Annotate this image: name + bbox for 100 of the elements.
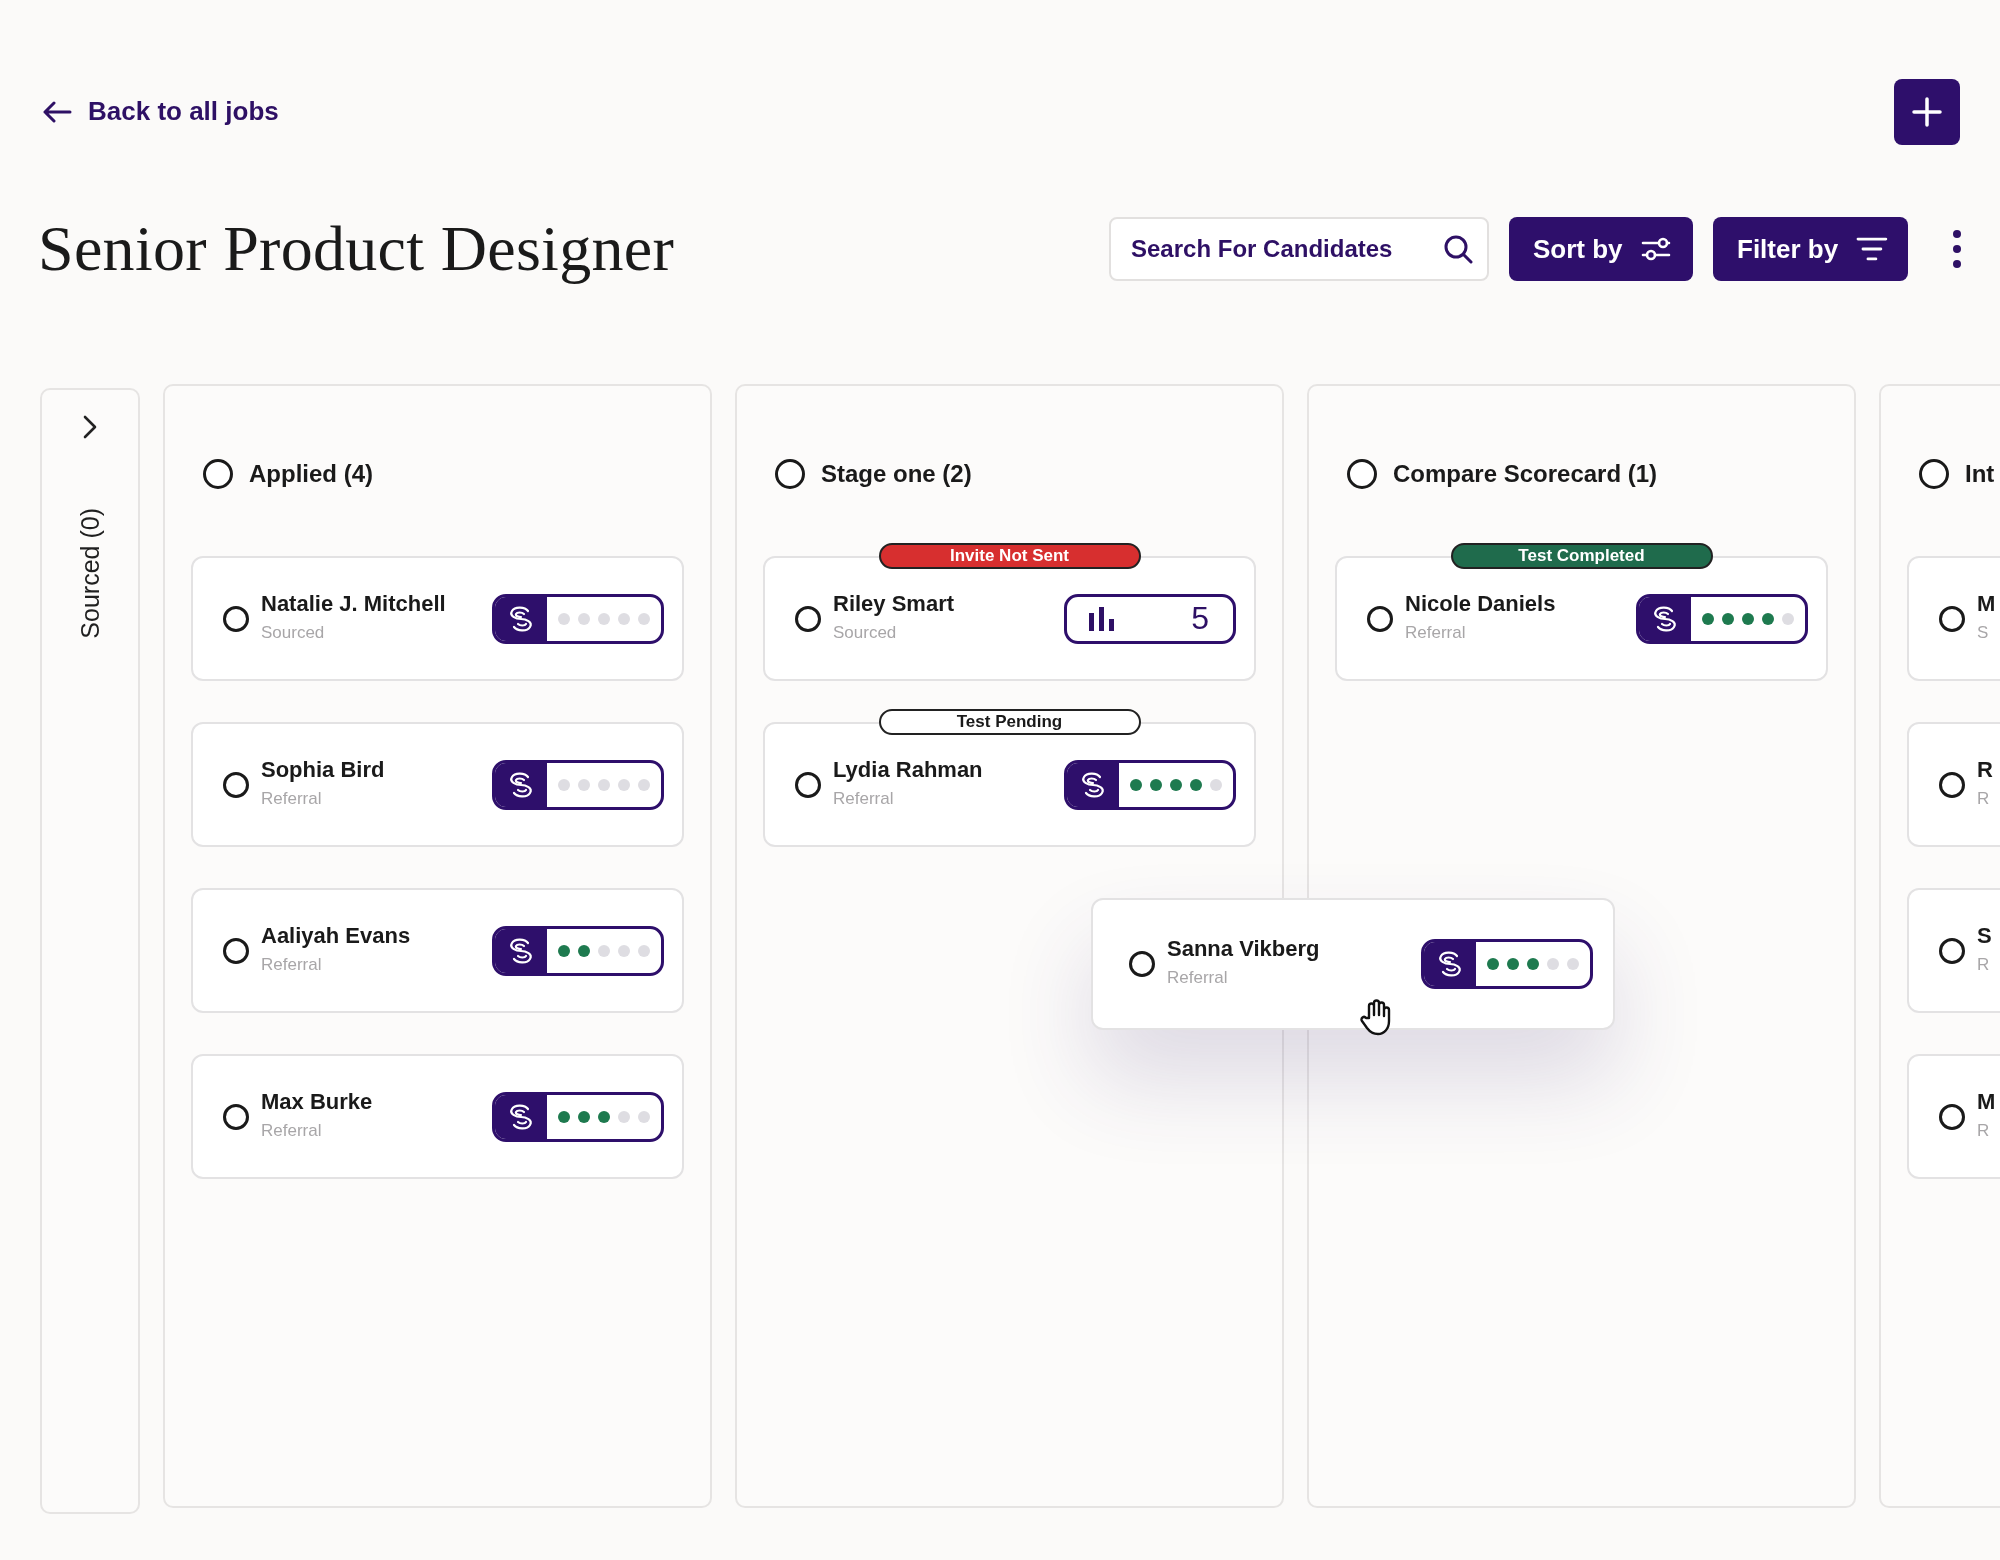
sliders-icon [1640, 235, 1671, 263]
rating-dot [1547, 958, 1559, 970]
rating-dot [638, 612, 650, 625]
candidate-name: Riley Smart [833, 590, 956, 617]
plus-icon [1911, 95, 1943, 128]
candidate-name: M [1977, 590, 1997, 617]
back-link[interactable]: Back to all jobs [42, 96, 279, 127]
candidate-source: Referral [261, 1120, 323, 1141]
status-badge: Test Pending [878, 709, 1141, 735]
candidate-card[interactable]: Sophia Bird Referral [191, 708, 684, 847]
rating-dot [1190, 778, 1202, 791]
column-title: Applied (4) [249, 460, 373, 488]
rating-dot [638, 944, 650, 957]
candidate-card[interactable]: Invite Not Sent Riley Smart Sourced 5 [763, 542, 1256, 681]
candidate-source: Referral [833, 788, 895, 809]
rating-dot [578, 944, 590, 957]
candidate-source: Referral [261, 954, 323, 975]
candidate-name: Sanna Vikberg [1167, 936, 1321, 962]
sort-button[interactable]: Sort by [1509, 217, 1693, 281]
rating-dot [1702, 612, 1714, 625]
radio-button[interactable] [1939, 771, 1965, 798]
radio-button[interactable] [795, 771, 821, 798]
radio-button[interactable] [1367, 605, 1393, 632]
rating-dot [1150, 778, 1162, 791]
arrow-left-icon [42, 100, 72, 123]
radio-button[interactable] [223, 1103, 249, 1130]
candidate-card[interactable]: Sanna Vikberg Referral [1091, 898, 1615, 1030]
radio-button[interactable] [1939, 605, 1965, 632]
candidate-source: Referral [1405, 622, 1467, 643]
rating-dot [598, 944, 610, 957]
candidate-source: Sourced [261, 622, 326, 643]
candidate-card[interactable]: Aaliyah Evans Referral [191, 874, 684, 1013]
candidate-name: S [1977, 922, 1993, 949]
candidate-name: Max Burke [261, 1088, 374, 1115]
radio-button[interactable] [1939, 1103, 1965, 1130]
rating-dot [558, 1110, 570, 1123]
rating-dot [598, 612, 610, 625]
rating-dot [558, 612, 570, 625]
rating-dot [578, 1110, 590, 1123]
rating-dot [598, 1110, 610, 1123]
candidate-name: Nicole Daniels [1405, 590, 1557, 617]
candidate-card[interactable]: Natalie J. Mitchell Sourced [191, 542, 684, 681]
radio-button[interactable] [1939, 937, 1965, 964]
rating-dot [1210, 778, 1222, 791]
radio-button[interactable] [1919, 459, 1949, 489]
rating-dot [578, 612, 590, 625]
search-icon [1443, 234, 1473, 264]
radio-button[interactable] [1129, 951, 1155, 977]
radio-button[interactable] [795, 605, 821, 632]
rating-dot [1527, 958, 1539, 970]
bar-chart-icon [1089, 606, 1115, 631]
more-icon[interactable] [1952, 229, 1962, 269]
radio-button[interactable] [1347, 459, 1377, 489]
candidate-source: Referral [1167, 968, 1229, 988]
search-field[interactable]: Search For Candidates [1109, 217, 1489, 281]
column-title: Int [1965, 460, 1995, 488]
candidate-card[interactable]: Max Burke Referral [191, 1040, 684, 1179]
radio-button[interactable] [223, 605, 249, 632]
score-value: 5 [1191, 600, 1209, 637]
collapsed-column[interactable]: Sourced (0) [40, 388, 140, 1514]
candidate-name: Natalie J. Mitchell [261, 590, 447, 617]
candidate-source: Sourced [833, 622, 898, 643]
rating-dot [598, 778, 610, 791]
radio-button[interactable] [223, 937, 249, 964]
candidate-source: Referral [261, 788, 323, 809]
rating-dot [638, 778, 650, 791]
rating-dot [558, 944, 570, 957]
candidate-name: R [1977, 756, 1994, 783]
candidate-name: M [1977, 1088, 1997, 1115]
candidate-source: R [1977, 954, 1991, 975]
rating-dot [618, 612, 630, 625]
rating-dot [618, 1110, 630, 1123]
radio-button[interactable] [223, 771, 249, 798]
rating-dot [1507, 958, 1519, 970]
candidate-name: Aaliyah Evans [261, 922, 412, 949]
rating-dot [558, 778, 570, 791]
rating-dot [1567, 958, 1579, 970]
candidate-source: R [1977, 1120, 1991, 1141]
filter-button[interactable]: Filter by [1713, 217, 1908, 281]
radio-button[interactable] [203, 459, 233, 489]
page-title: Senior Product Designer [38, 212, 675, 286]
radio-button[interactable] [775, 459, 805, 489]
rating-dot [1170, 778, 1182, 791]
candidate-source: S [1977, 622, 1990, 643]
add-button[interactable] [1894, 78, 1960, 145]
column-title: Stage one (2) [821, 460, 972, 488]
rating-dot [1762, 612, 1774, 625]
rating-dot [618, 944, 630, 957]
chevron-right-icon[interactable] [82, 414, 98, 440]
column-title: Compare Scorecard (1) [1393, 460, 1658, 488]
candidate-name: Lydia Rahman [833, 756, 984, 783]
candidate-card[interactable]: Test Completed Nicole Daniels Referral [1335, 542, 1828, 681]
candidate-card[interactable]: Test Pending Lydia Rahman Referral [763, 708, 1256, 847]
rating-dot [1742, 612, 1754, 625]
filter-icon [1856, 236, 1888, 262]
rating-dot [578, 778, 590, 791]
rating-dot [638, 1110, 650, 1123]
status-badge: Test Completed [1450, 543, 1713, 569]
candidate-source: R [1977, 788, 1991, 809]
status-badge: Invite Not Sent [878, 543, 1141, 569]
